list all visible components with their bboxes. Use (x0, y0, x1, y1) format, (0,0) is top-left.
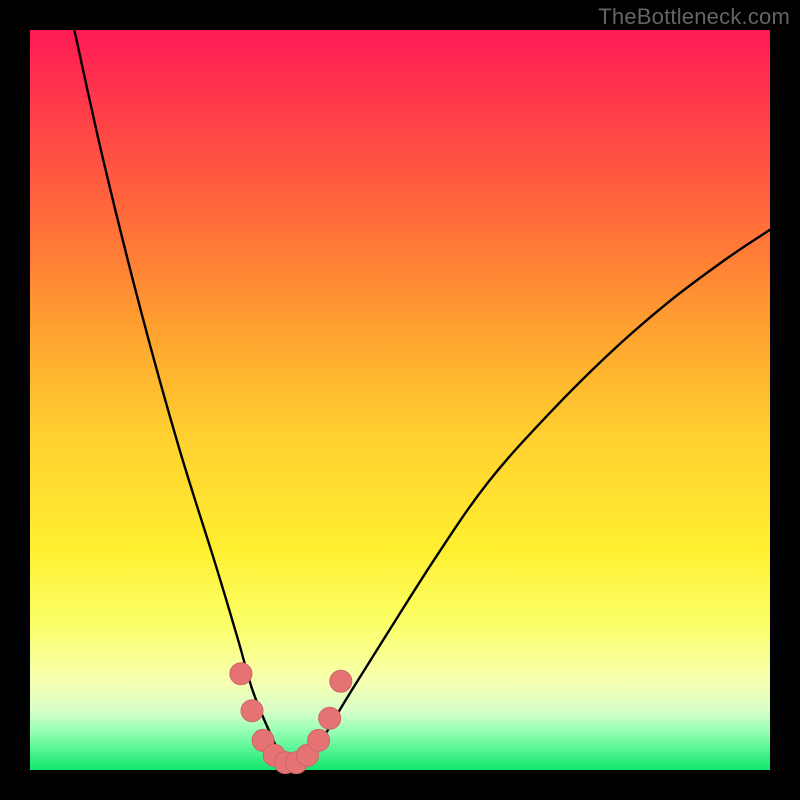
marker-dot (330, 670, 352, 692)
watermark-text: TheBottleneck.com (598, 4, 790, 30)
chart-frame: TheBottleneck.com (0, 0, 800, 800)
marker-dot (230, 663, 252, 685)
plot-area (30, 30, 770, 770)
curve-layer (30, 30, 770, 770)
bottleneck-curve (74, 30, 770, 763)
marker-dot (308, 729, 330, 751)
marker-group (230, 663, 352, 774)
marker-dot (319, 707, 341, 729)
marker-dot (241, 700, 263, 722)
